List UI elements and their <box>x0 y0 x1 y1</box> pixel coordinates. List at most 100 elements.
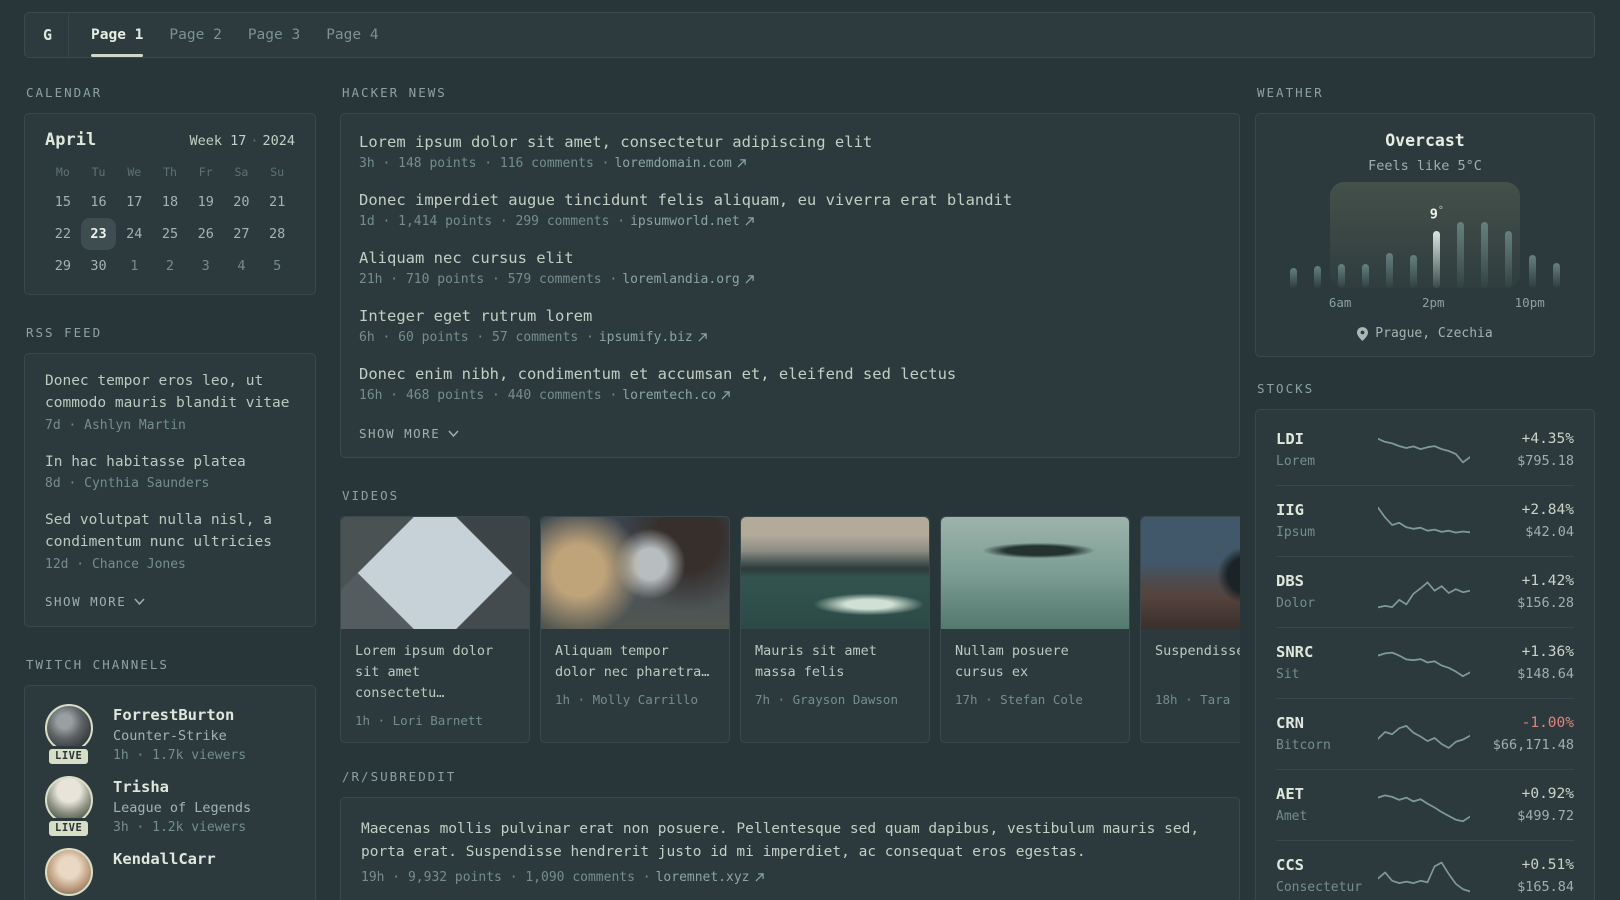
twitch-channel-name[interactable]: KendallCarr <box>113 850 216 868</box>
video-card[interactable]: Aliquam tempor dolor nec pharetra… 1h · M… <box>540 516 730 743</box>
twitch-channel-game: Counter-Strike <box>113 727 227 744</box>
stock-symbol: IIG <box>1276 501 1304 520</box>
stock-symbol: AET <box>1276 785 1304 804</box>
video-title[interactable]: Suspendisse diam <box>1155 641 1240 683</box>
rss-item[interactable]: In hac habitasse platea 8d · Cynthia Saun… <box>45 452 295 492</box>
stock-sparkline <box>1378 437 1470 464</box>
weather-time-label <box>1352 295 1375 310</box>
rss-item-title[interactable]: Sed volutpat nulla nisl, a condimentum n… <box>45 510 295 554</box>
weather-column <box>1306 196 1330 288</box>
video-card[interactable]: Nullam posuere cursus ex 17h · Stefan Col… <box>940 516 1130 743</box>
rss-item-title[interactable]: In hac habitasse platea <box>45 452 295 474</box>
hn-item-stats: 3h · 148 points · 116 comments · <box>359 156 610 171</box>
stock-price: $156.28 <box>1517 595 1574 612</box>
middle-column: HACKER NEWS Lorem ipsum dolor sit amet, … <box>340 85 1240 900</box>
stock-change: -1.00% <box>1521 714 1574 731</box>
video-thumbnail[interactable] <box>741 517 929 629</box>
calendar-week-year: Week 17 · 2024 <box>189 133 295 149</box>
content-columns: CALENDAR April Week 17 · 2024 Mo Tu We Th Fr Sa… <box>24 85 1595 900</box>
hn-item-title[interactable]: Lorem ipsum dolor sit amet, consectetur … <box>359 133 1221 151</box>
stock-row[interactable]: CRN Bitcorn -1.00% $66,171.48 <box>1276 698 1574 769</box>
video-thumbnail[interactable] <box>341 517 529 629</box>
rss-show-more-button[interactable]: SHOW MORE <box>45 594 145 609</box>
video-card-body: Nullam posuere cursus ex 17h · Stefan Col… <box>941 629 1129 721</box>
stock-sparkline <box>1378 651 1470 678</box>
video-card-body: Aliquam tempor dolor nec pharetra… 1h · M… <box>541 629 729 721</box>
hn-item: Lorem ipsum dolor sit amet, consectetur … <box>359 133 1221 171</box>
stock-name: Consectetur <box>1276 880 1363 895</box>
video-thumbnail[interactable] <box>1141 517 1240 629</box>
tab-page-4[interactable]: Page 4 <box>326 13 378 57</box>
twitch-channel[interactable]: LIVE Trisha League of Legends 3h · 1.2k vie… <box>45 775 295 839</box>
subreddit-section-title: /R/SUBREDDIT <box>342 768 457 784</box>
hn-item: Donec imperdiet augue tincidunt felis al… <box>359 191 1221 229</box>
stock-row[interactable]: LDI Lorem +4.35% $795.18 <box>1276 415 1574 485</box>
stock-change: +0.92% <box>1521 785 1574 802</box>
hn-item-domain[interactable]: loremdomain.com <box>614 156 731 171</box>
stocks-section-title: STOCKS <box>1257 381 1315 396</box>
video-title[interactable]: Mauris sit amet massa felis <box>755 641 915 683</box>
stock-row[interactable]: SNRC Sit +1.36% $148.64 <box>1276 627 1574 698</box>
twitch-channel[interactable]: LIVE ForrestBurton Counter-Strike 1h · 1.7k… <box>45 703 295 767</box>
stock-row[interactable]: DBS Dolor +1.42% $156.28 <box>1276 556 1574 627</box>
twitch-channel-name[interactable]: Trisha <box>113 778 251 796</box>
stock-name: Sit <box>1276 667 1300 682</box>
stock-price: $795.18 <box>1517 453 1574 470</box>
hn-item-title[interactable]: Integer eget rutrum lorem <box>359 307 1221 325</box>
weather-bar <box>1290 267 1298 288</box>
tab-page-2[interactable]: Page 2 <box>169 13 221 57</box>
weather-bar <box>1481 221 1489 288</box>
hacker-news-widget: Lorem ipsum dolor sit amet, consectetur … <box>340 113 1240 458</box>
video-thumbnail[interactable] <box>941 517 1129 629</box>
video-title[interactable]: Nullam posuere cursus ex <box>955 641 1115 683</box>
external-link-icon <box>698 333 707 342</box>
weather-column <box>1544 196 1568 288</box>
weather-time-label <box>1282 295 1305 310</box>
hn-item-title[interactable]: Donec imperdiet augue tincidunt felis al… <box>359 191 1221 209</box>
hn-item-domain[interactable]: ipsumify.biz <box>599 330 693 345</box>
hn-item-domain[interactable]: loremtech.co <box>622 388 716 403</box>
hn-item-title[interactable]: Donec enim nibh, condimentum et accumsan… <box>359 365 1221 383</box>
hn-item-domain[interactable]: loremlandia.org <box>622 272 739 287</box>
rss-item[interactable]: Donec tempor eros leo, ut commodo mauris… <box>45 371 295 433</box>
hn-item-meta: 1d · 1,414 points · 299 comments · ipsumw… <box>359 214 1221 229</box>
weather-bar <box>1552 263 1560 288</box>
calendar-day: 15 <box>54 194 71 210</box>
dot-separator: · <box>250 133 259 149</box>
hn-section-title: HACKER NEWS <box>342 85 447 100</box>
video-card[interactable]: Lorem ipsum dolor sit amet consectetu… 1h… <box>340 516 530 743</box>
stock-price: $66,171.48 <box>1492 737 1574 754</box>
video-card[interactable]: Suspendisse diam 18h · Tara <box>1140 516 1240 743</box>
subreddit-post-domain[interactable]: loremnet.xyz <box>656 870 750 885</box>
twitch-channel[interactable]: KendallCarr <box>45 847 295 900</box>
stock-left: CCS Consectetur <box>1276 856 1376 895</box>
weather-bar <box>1361 264 1369 288</box>
stock-row[interactable]: AET Amet +0.92% $499.72 <box>1276 769 1574 840</box>
rss-item-title[interactable]: Donec tempor eros leo, ut commodo mauris… <box>45 371 295 415</box>
rss-item[interactable]: Sed volutpat nulla nisl, a condimentum n… <box>45 510 295 572</box>
video-title[interactable]: Aliquam tempor dolor nec pharetra… <box>555 641 715 683</box>
hn-item: Donec enim nibh, condimentum et accumsan… <box>359 365 1221 403</box>
video-thumbnail[interactable] <box>541 517 729 629</box>
page-tabs: Page 1 Page 2 Page 3 Page 4 <box>91 13 405 57</box>
twitch-channel-name[interactable]: ForrestBurton <box>113 706 246 724</box>
twitch-channel-meta: 1h · 1.7k viewers <box>113 747 247 763</box>
stock-row[interactable]: IIG Ipsum +2.84% $42.04 <box>1276 485 1574 556</box>
weather-feels-like: Feels like 5°C <box>1368 158 1482 174</box>
hn-show-more-button[interactable]: SHOW MORE <box>359 426 459 441</box>
stock-sparkline-wrap <box>1376 641 1472 685</box>
stock-row[interactable]: CCS Consectetur +0.51% $165.84 <box>1276 840 1574 900</box>
subreddit-post-title[interactable]: Maecenas mollis pulvinar erat non posuer… <box>361 818 1219 864</box>
weather-bar <box>1433 230 1441 288</box>
tab-page-1[interactable]: Page 1 <box>91 13 144 57</box>
hn-item-domain[interactable]: ipsumworld.net <box>630 214 740 229</box>
video-title[interactable]: Lorem ipsum dolor sit amet consectetu… <box>355 641 515 704</box>
video-card[interactable]: Mauris sit amet massa felis 7h · Grayson … <box>740 516 930 743</box>
weather-time-label <box>1375 295 1398 310</box>
weather-bar <box>1314 265 1322 288</box>
app-logo: G <box>43 26 53 44</box>
video-meta: 17h · Stefan Cole <box>955 692 1083 707</box>
tab-page-3[interactable]: Page 3 <box>248 13 300 57</box>
rss-section-title: RSS FEED <box>26 325 103 340</box>
hn-item-title[interactable]: Aliquam nec cursus elit <box>359 249 1221 267</box>
